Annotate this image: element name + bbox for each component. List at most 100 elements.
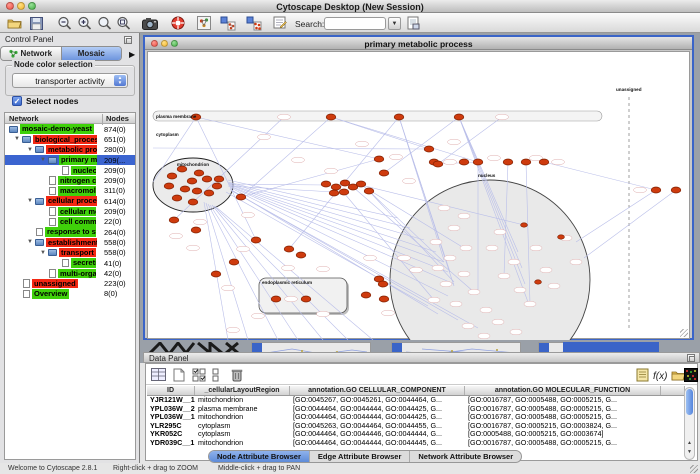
region-label: mitochondrion: [177, 162, 209, 167]
app-resize-grip[interactable]: [690, 465, 698, 473]
search-input[interactable]: [324, 17, 386, 30]
graph-node: [488, 155, 501, 161]
layout-nodes-2-icon[interactable]: [246, 15, 262, 31]
network-view-window[interactable]: primary metabolic process plasma membran…: [143, 35, 694, 340]
column-header[interactable]: _cellularLayoutRegion: [195, 386, 290, 395]
node-color-dropdown[interactable]: transporter activity ▲▼: [12, 73, 128, 88]
zoom-fit-icon[interactable]: [115, 15, 131, 31]
attribute-table: YJR121W__1mitochondrion[GO:0045267, GO:0…: [147, 396, 685, 448]
tree-row[interactable]: cell communicat22(0): [5, 217, 135, 227]
formula-icon[interactable]: f(x): [651, 366, 668, 383]
tree-row[interactable]: cellular metabol209(0): [5, 206, 135, 216]
nucleus-region: [390, 180, 590, 340]
tree-row[interactable]: ▼cellular process614(0): [5, 196, 135, 206]
table-row[interactable]: YDR039C__1mitochondrion[GO:0044464, GO:0…: [147, 439, 685, 448]
graph-node-selected: [394, 114, 404, 120]
graph-node-selected: [172, 195, 182, 201]
table-scrollbar-arrows-icon[interactable]: ▲▼: [685, 439, 694, 459]
tree-row[interactable]: secretion41(0): [5, 258, 135, 268]
zoom-selected-icon[interactable]: [96, 15, 112, 31]
tree-row[interactable]: nitrogen compo209(0): [5, 175, 135, 185]
tab-overflow-arrow-icon[interactable]: ▶: [129, 50, 135, 59]
new-attribute-icon[interactable]: [170, 366, 187, 383]
network-leaf-icon: [49, 207, 56, 216]
matrix-icon[interactable]: [682, 366, 699, 383]
zoom-in-icon[interactable]: [76, 15, 92, 31]
browser-tabs: Node Attribute Browser Edge Attribute Br…: [208, 450, 522, 463]
network-canvas[interactable]: plasma membranecytoplasmmitochondrionnuc…: [147, 51, 690, 339]
tree-expand-icon[interactable]: ▼: [12, 136, 22, 142]
delete-attribute-icon[interactable]: [228, 366, 245, 383]
tab-mosaic[interactable]: Mosaic: [62, 47, 122, 60]
tree-row-node-count: 558(0): [104, 238, 126, 247]
open-file-icon[interactable]: [6, 15, 22, 31]
attribute-list-icon[interactable]: [208, 366, 225, 383]
tree-row[interactable]: unassigned223(0): [5, 278, 135, 288]
tree-expand-icon[interactable]: ▼: [25, 239, 35, 245]
tree-row[interactable]: macromolecule311(0): [5, 186, 135, 196]
help-ring-icon[interactable]: [170, 15, 186, 31]
table-row[interactable]: YJR121W__1mitochondrion[GO:0045267, GO:0…: [147, 396, 685, 405]
tree-expand-icon[interactable]: ▼: [38, 250, 48, 256]
tab-network-attribute-browser[interactable]: Network Attribute Browser: [410, 451, 521, 462]
save-session-icon[interactable]: [28, 15, 44, 31]
column-header[interactable]: [661, 386, 685, 395]
tree-row[interactable]: mosaic-demo-yeast874(0): [5, 124, 135, 134]
control-panel-tabs: Network Mosaic: [0, 46, 122, 61]
tree-row[interactable]: multi-organism pro42(0): [5, 268, 135, 278]
table-row[interactable]: YLR295Ccytoplasm[GO:0045263, GO:0044464,…: [147, 422, 685, 431]
layout-nodes-icon[interactable]: [220, 15, 236, 31]
tree-row[interactable]: nucleobase-co209(0): [5, 165, 135, 175]
select-attributes-icon[interactable]: [190, 366, 207, 383]
tab-node-attribute-browser[interactable]: Node Attribute Browser: [209, 451, 310, 462]
tree-expand-icon[interactable]: ▼: [25, 147, 35, 153]
table-row[interactable]: YKR052Ccytoplasm[GO:0044464, GO:0044446,…: [147, 430, 685, 439]
table-scrollbar[interactable]: ▲▼: [684, 387, 695, 460]
tree-row[interactable]: response to stimulu264(0): [5, 227, 135, 237]
tree-expand-icon[interactable]: ▼: [38, 157, 48, 163]
tree-expand-icon[interactable]: ▼: [25, 198, 35, 204]
main-toolbar: Search: ▼: [0, 13, 700, 33]
canvas-resize-grip[interactable]: [680, 329, 688, 337]
network-leaf-icon: [62, 259, 69, 268]
column-header[interactable]: annotation.GO CELLULAR_COMPONENT: [290, 386, 465, 395]
tree-row[interactable]: ▼establishment of lo558(0): [5, 237, 135, 247]
tree-col-network: Network: [9, 114, 39, 123]
data-panel-float-icon[interactable]: [687, 354, 695, 362]
search-dropdown-arrow-icon[interactable]: ▼: [388, 17, 401, 30]
graph-node-selected: [271, 296, 281, 302]
select-nodes-checkbox[interactable]: ✓: [12, 96, 22, 106]
attribute-table-icon[interactable]: [150, 366, 167, 383]
column-header[interactable]: ID: [147, 386, 195, 395]
table-scrollbar-thumb[interactable]: [686, 389, 693, 415]
network-leaf-icon: [23, 279, 30, 288]
control-panel-float-icon[interactable]: [124, 36, 132, 44]
table-row[interactable]: YPL036W__2plasma membrane[GO:0044464, GO…: [147, 405, 685, 414]
column-header[interactable]: annotation.GO MOLECULAR_FUNCTION: [465, 386, 661, 395]
table-row[interactable]: YPL036W__1mitochondrion[GO:0044464, GO:0…: [147, 413, 685, 422]
tree-row[interactable]: ▼metabolic process280(0): [5, 145, 135, 155]
tree-row-label: multi-organism pro: [58, 269, 96, 279]
table-cell: mitochondrion: [195, 439, 290, 448]
snapshot-camera-icon[interactable]: [142, 15, 158, 31]
tree-row-node-count: 209(0): [104, 207, 126, 216]
tree-row[interactable]: ▼transport558(0): [5, 248, 135, 258]
tree-row[interactable]: ▼primary metabol209(...: [5, 155, 135, 165]
graph-node: [524, 301, 536, 307]
import-annotation-icon[interactable]: [405, 15, 421, 31]
graph-node: [514, 287, 526, 293]
vizmapper-icon[interactable]: [196, 15, 212, 31]
annotation-page-icon[interactable]: [272, 15, 288, 31]
tree-row[interactable]: Overview8(0): [5, 289, 135, 299]
tree-row[interactable]: ▼biological_process651(0): [5, 134, 135, 144]
notes-icon[interactable]: [634, 366, 651, 383]
network-window-titlebar[interactable]: primary metabolic process: [145, 37, 692, 50]
tab-edge-attribute-browser[interactable]: Edge Attribute Browser: [310, 451, 410, 462]
zoom-out-icon[interactable]: [56, 15, 72, 31]
graph-node: [496, 114, 509, 120]
graph-node: [440, 281, 452, 287]
graph-node: [634, 187, 647, 193]
graph-node: [448, 225, 460, 231]
graph-node-selected: [321, 181, 331, 187]
tab-network[interactable]: Network: [1, 47, 62, 60]
